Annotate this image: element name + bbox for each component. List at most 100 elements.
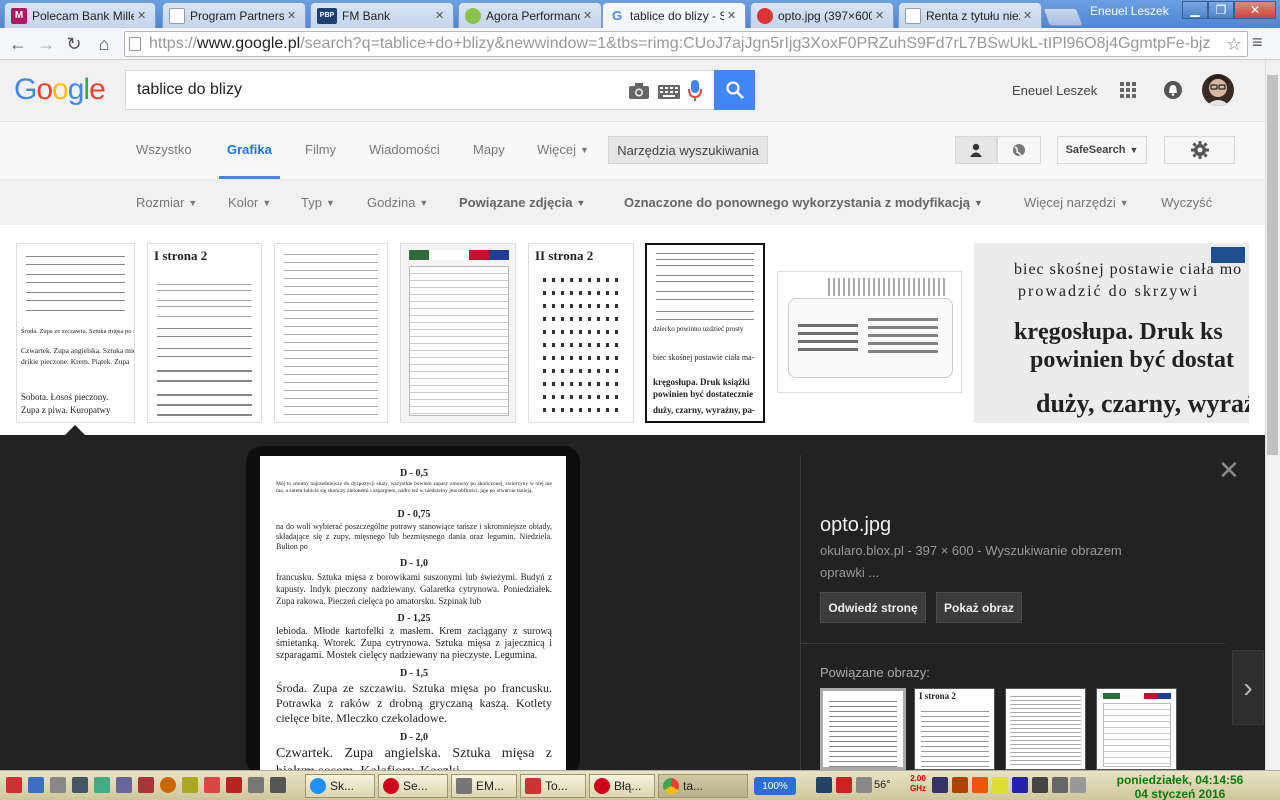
tray-icon[interactable] [856,777,872,793]
tray-app-icon[interactable] [6,777,22,793]
taskbar-task-em[interactable]: EM... [451,774,517,798]
tray-app-icon[interactable] [160,777,176,793]
tool-licencja[interactable]: Oznaczone do ponownego wykorzystania z m… [624,195,983,210]
minimize-window-button[interactable]: ▁ [1182,1,1208,19]
tray-app-icon[interactable] [72,777,88,793]
image-result-3[interactable] [274,243,388,423]
image-result-7[interactable] [777,271,962,393]
volume-icon[interactable] [1070,777,1086,793]
browser-tab-opto-jpg[interactable]: opto.jpg (397×600 ✕ [750,2,894,28]
search-button[interactable] [714,70,755,110]
tray-app-icon[interactable] [248,777,264,793]
search-input[interactable]: tablice do blizy [125,70,715,110]
image-result-5[interactable]: II strona 2 [528,243,634,423]
view-image-button[interactable]: Pokaż obraz [936,592,1022,623]
related-image-1[interactable] [820,688,906,770]
taskbar-task-to[interactable]: To... [520,774,586,798]
related-image-3[interactable] [1005,688,1086,770]
settings-button[interactable] [1164,136,1235,164]
close-window-button[interactable]: ✕ [1234,1,1276,19]
global-results-button[interactable] [997,136,1041,164]
tray-icon[interactable] [816,777,832,793]
forward-arrow-icon[interactable]: → [34,32,58,56]
tray-app-icon[interactable] [204,777,220,793]
close-tab-icon[interactable]: ✕ [1023,9,1035,22]
browser-menu-icon[interactable]: ≡ [1252,32,1263,53]
search-tools-button[interactable]: Narzędzia wyszukiwania [608,136,768,164]
tab-wiecej[interactable]: Więcej ▼ [537,142,589,157]
tray-app-icon[interactable] [28,777,44,793]
page-info-icon[interactable] [129,37,141,51]
tab-wiadomosci[interactable]: Wiadomości [369,142,440,157]
notifications-bell-icon[interactable] [1164,81,1182,99]
tray-icon[interactable] [992,777,1008,793]
visit-page-button[interactable]: Odwiedź stronę [820,592,926,623]
preview-image-title[interactable]: opto.jpg [820,514,891,537]
close-preview-icon[interactable]: ✕ [1218,455,1240,486]
tray-app-icon[interactable] [138,777,154,793]
close-tab-icon[interactable]: ✕ [287,9,299,22]
browser-tab-renta[interactable]: Renta z tytułu niezd ✕ [898,2,1042,28]
image-result-4[interactable] [400,243,516,423]
close-tab-icon[interactable]: ✕ [435,9,447,22]
address-bar[interactable]: https://www.google.pl/search?q=tablice+d… [124,31,1248,57]
tray-icon[interactable] [932,777,948,793]
tab-grafika[interactable]: Grafika [227,142,272,157]
tool-godzina[interactable]: Godzina ▼ [367,195,428,210]
tab-wszystko[interactable]: Wszystko [136,142,192,157]
tray-app-icon[interactable] [270,777,286,793]
tray-app-icon[interactable] [182,777,198,793]
image-result-2[interactable]: I strona 2 [147,243,262,423]
keyboard-icon[interactable] [658,85,680,102]
tray-icon[interactable] [1032,777,1048,793]
account-avatar[interactable] [1202,74,1234,106]
tray-icon[interactable] [836,777,852,793]
tool-wyczysc[interactable]: Wyczyść [1161,195,1212,210]
taskbar-task-skype[interactable]: Sk... [305,774,375,798]
tool-wiecej-narzedzi[interactable]: Więcej narzędzi ▼ [1024,195,1129,210]
safesearch-button[interactable]: SafeSearch ▼ [1057,136,1147,164]
tool-rozmiar[interactable]: Rozmiar ▼ [136,195,197,210]
image-result-8[interactable]: biec skośnej postawie ciała mo prowadzić… [974,243,1249,423]
camera-icon[interactable] [628,82,650,103]
browser-tab-fm-bank[interactable]: PBP FM Bank ✕ [310,2,454,28]
close-tab-icon[interactable]: ✕ [583,9,595,22]
related-image-2[interactable]: I strona 2 [914,688,995,770]
new-tab-button[interactable] [1042,8,1084,26]
maximize-window-button[interactable]: ❐ [1208,1,1234,19]
tool-powiazane-zdjecia[interactable]: Powiązane zdjęcia ▼ [459,195,585,210]
tray-app-icon[interactable] [226,777,242,793]
reload-icon[interactable]: ↻ [62,32,86,56]
search-by-image-link[interactable]: Wyszukiwanie obrazem [985,543,1121,558]
account-name[interactable]: Eneuel Leszek [1012,83,1097,98]
taskbar-clock[interactable]: poniedziałek, 04:14:56 04 styczeń 2016 [1087,773,1273,800]
tool-typ[interactable]: Typ ▼ [301,195,335,210]
tray-app-icon[interactable] [94,777,110,793]
tab-mapy[interactable]: Mapy [473,142,505,157]
tray-icon[interactable] [952,777,968,793]
back-arrow-icon[interactable]: ← [6,32,30,56]
taskbar-task-chrome-active[interactable]: ta... [658,774,748,798]
microphone-icon[interactable] [688,80,702,105]
next-image-arrow-icon[interactable]: › [1232,650,1264,725]
scrollbar-thumb[interactable] [1267,75,1278,455]
apps-grid-icon[interactable] [1120,82,1136,98]
tool-kolor[interactable]: Kolor ▼ [228,195,271,210]
close-tab-icon[interactable]: ✕ [727,9,739,22]
tab-filmy[interactable]: Filmy [305,142,336,157]
taskbar-task-opera-2[interactable]: Błą... [589,774,655,798]
browser-profile-name[interactable]: Eneuel Leszek [1090,4,1169,18]
browser-tab-program-partnerski[interactable]: Program Partnerski ✕ [162,2,306,28]
tray-app-icon[interactable] [50,777,66,793]
browser-tab-agora[interactable]: Agora Performance ✕ [458,2,602,28]
taskbar-task-opera-1[interactable]: Se... [378,774,448,798]
home-icon[interactable]: ⌂ [92,32,116,56]
tray-icon[interactable] [972,777,988,793]
tray-app-icon[interactable] [116,777,132,793]
bookmark-star-icon[interactable]: ☆ [1226,34,1242,55]
browser-tab-millennium[interactable]: M Polecam Bank Millen ✕ [4,2,156,28]
network-icon[interactable] [1052,777,1068,793]
browser-tab-google-active[interactable]: G tablice do blizy - Sz ✕ [602,2,746,28]
close-tab-icon[interactable]: ✕ [137,9,149,22]
preview-image[interactable]: D - 0,5 Mój to smutny najrzedniejszy do … [260,456,566,770]
